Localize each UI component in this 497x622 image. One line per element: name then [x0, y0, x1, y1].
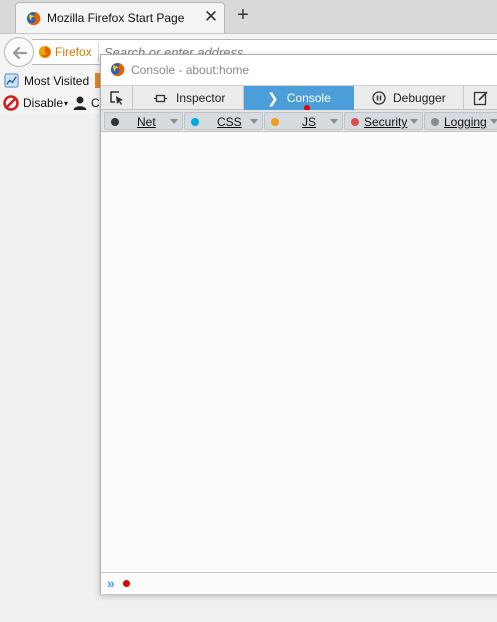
tab-console[interactable]: ❯ Console — [244, 86, 354, 111]
console-icon: ❯ — [267, 89, 279, 106]
back-arrow-icon — [12, 46, 28, 60]
chevron-down-icon[interactable] — [250, 119, 258, 124]
bookmark-label: Disable — [23, 96, 64, 110]
error-indicator-dot — [123, 580, 130, 587]
console-titlebar[interactable]: Console - about:home — [101, 55, 497, 85]
bookmark-label: Most Visited — [24, 73, 90, 88]
close-tab-icon[interactable]: ✕ — [202, 8, 220, 26]
firefox-icon — [26, 11, 41, 26]
chevron-down-icon: ▾ — [64, 98, 69, 108]
filter-css-button[interactable]: CSS — [184, 112, 263, 130]
filter-logging-button[interactable]: Logging — [424, 112, 497, 130]
console-input-bar: » — [101, 572, 497, 594]
tab-firefox-start-page[interactable]: Mozilla Firefox Start Page ✕ — [15, 2, 225, 33]
filter-label: Security — [364, 115, 408, 129]
inspector-icon — [154, 94, 167, 102]
filter-security-button[interactable]: Security — [344, 112, 423, 130]
style-editor-icon[interactable] — [473, 90, 489, 106]
firefox-identity-icon — [38, 45, 52, 59]
pause-icon — [372, 91, 386, 105]
disable-icon — [3, 95, 19, 111]
tab-title: Mozilla Firefox Start Page — [47, 11, 185, 25]
css-category-dot — [191, 118, 199, 126]
tab-debugger[interactable]: Debugger — [354, 86, 464, 110]
security-category-dot — [351, 118, 359, 126]
firefox-icon — [110, 62, 125, 77]
filter-js-button[interactable]: JS — [264, 112, 343, 130]
window-title: Console - about:home — [131, 63, 250, 77]
filter-bar: Net CSS JS Security Logging — [101, 110, 497, 132]
tab-label: Console — [286, 91, 331, 105]
tab-strip: Mozilla Firefox Start Page ✕ + — [0, 0, 497, 33]
most-visited-icon — [4, 73, 19, 88]
tab-inspector[interactable]: Inspector — [134, 86, 244, 110]
chevron-down-icon[interactable] — [170, 119, 178, 124]
bookmark-user-menu[interactable]: C — [72, 95, 100, 111]
filter-label: Net — [137, 115, 156, 129]
filter-net-button[interactable]: Net — [104, 112, 183, 130]
new-tab-button[interactable]: + — [233, 4, 253, 26]
chevron-down-icon[interactable] — [490, 119, 497, 124]
element-picker-icon — [110, 91, 123, 105]
filter-label: JS — [302, 115, 317, 129]
bookmark-most-visited[interactable]: Most Visited — [4, 73, 89, 88]
user-icon — [73, 96, 87, 110]
net-category-dot — [111, 118, 119, 126]
identity-label: Firefox — [55, 45, 92, 59]
element-picker-button[interactable] — [101, 86, 133, 110]
url-bar-separator — [98, 42, 99, 62]
bookmark-disable-menu[interactable]: Disable ▾ — [3, 95, 68, 111]
back-button[interactable] — [4, 37, 34, 67]
bookmark-label: C — [91, 96, 100, 110]
chevron-down-icon[interactable] — [410, 119, 418, 124]
js-category-dot — [271, 118, 279, 126]
identity-box[interactable]: Firefox — [38, 45, 92, 59]
chevron-down-icon[interactable] — [330, 119, 338, 124]
tab-label: Inspector — [176, 91, 226, 105]
console-window: Console - about:home Inspector ❯ Console — [100, 54, 497, 594]
logging-category-dot — [431, 118, 439, 126]
filter-label: Logging — [444, 115, 487, 129]
tab-label: Debugger — [393, 91, 446, 105]
filter-label: CSS — [217, 115, 242, 129]
devtools-toolbar: Inspector ❯ Console Debugger — [101, 85, 497, 111]
console-output[interactable] — [101, 132, 497, 572]
console-input[interactable] — [135, 575, 495, 592]
prompt-icon: » — [107, 575, 115, 591]
